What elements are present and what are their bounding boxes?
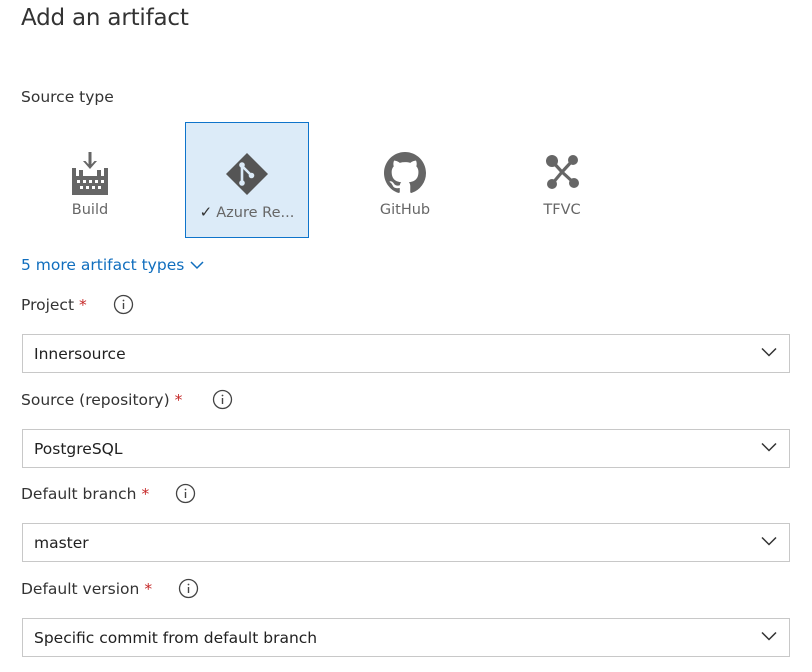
- project-dropdown[interactable]: Innersource: [22, 334, 790, 373]
- source-tile-azure-repos[interactable]: ✓ Azure Re...: [185, 122, 309, 238]
- source-tile-azure-repos-text: Azure Re...: [216, 205, 295, 221]
- chevron-down-icon: [761, 347, 777, 357]
- required-marker: *: [144, 579, 153, 598]
- source-repository-value: PostgreSQL: [34, 439, 123, 458]
- required-marker: *: [141, 484, 150, 503]
- default-branch-dropdown[interactable]: master: [22, 523, 790, 562]
- info-icon[interactable]: [175, 483, 196, 504]
- required-marker: *: [174, 390, 183, 409]
- chevron-down-icon: [190, 260, 204, 269]
- info-icon[interactable]: [212, 389, 233, 410]
- required-marker: *: [79, 295, 87, 314]
- build-icon: [28, 152, 152, 196]
- chevron-down-icon: [761, 536, 777, 546]
- source-tile-build[interactable]: Build: [28, 122, 152, 238]
- info-icon[interactable]: [113, 294, 134, 315]
- source-type-label: Source type: [21, 88, 114, 106]
- source-type-picker: Build ✓ Azure Re... GitHub TFVC: [0, 122, 812, 240]
- tfvc-icon: [500, 152, 624, 196]
- project-label-row: Project *: [21, 294, 134, 315]
- default-version-label: Default version: [21, 579, 140, 598]
- default-branch-value: master: [34, 533, 89, 552]
- project-label: Project: [21, 295, 75, 314]
- checkmark-icon: ✓: [199, 203, 213, 221]
- source-tile-azure-repos-label: ✓ Azure Re...: [186, 203, 308, 221]
- branch-label-row: Default branch *: [21, 483, 196, 504]
- default-branch-label: Default branch: [21, 484, 137, 503]
- default-version-value: Specific commit from default branch: [34, 628, 318, 647]
- info-icon[interactable]: [178, 578, 199, 599]
- source-label-row: Source (repository) *: [21, 389, 233, 410]
- more-artifact-types-link[interactable]: 5 more artifact types: [21, 256, 204, 274]
- source-tile-tfvc[interactable]: TFVC: [500, 122, 624, 238]
- source-tile-github-label: GitHub: [379, 202, 431, 218]
- source-repository-dropdown[interactable]: PostgreSQL: [22, 429, 790, 468]
- source-label: Source (repository): [21, 390, 170, 409]
- chevron-down-icon: [761, 442, 777, 452]
- chevron-down-icon: [761, 631, 777, 641]
- version-label-row: Default version *: [21, 578, 199, 599]
- source-tile-build-label: Build: [71, 202, 109, 218]
- source-tile-github[interactable]: GitHub: [343, 122, 467, 238]
- more-artifact-types-label: 5 more artifact types: [21, 256, 185, 274]
- project-value: Innersource: [34, 344, 126, 363]
- page-title: Add an artifact: [21, 5, 189, 31]
- github-icon: [343, 152, 467, 196]
- source-tile-tfvc-label: TFVC: [543, 202, 581, 218]
- default-version-dropdown[interactable]: Specific commit from default branch: [22, 618, 790, 657]
- azure-repos-icon: [186, 153, 308, 197]
